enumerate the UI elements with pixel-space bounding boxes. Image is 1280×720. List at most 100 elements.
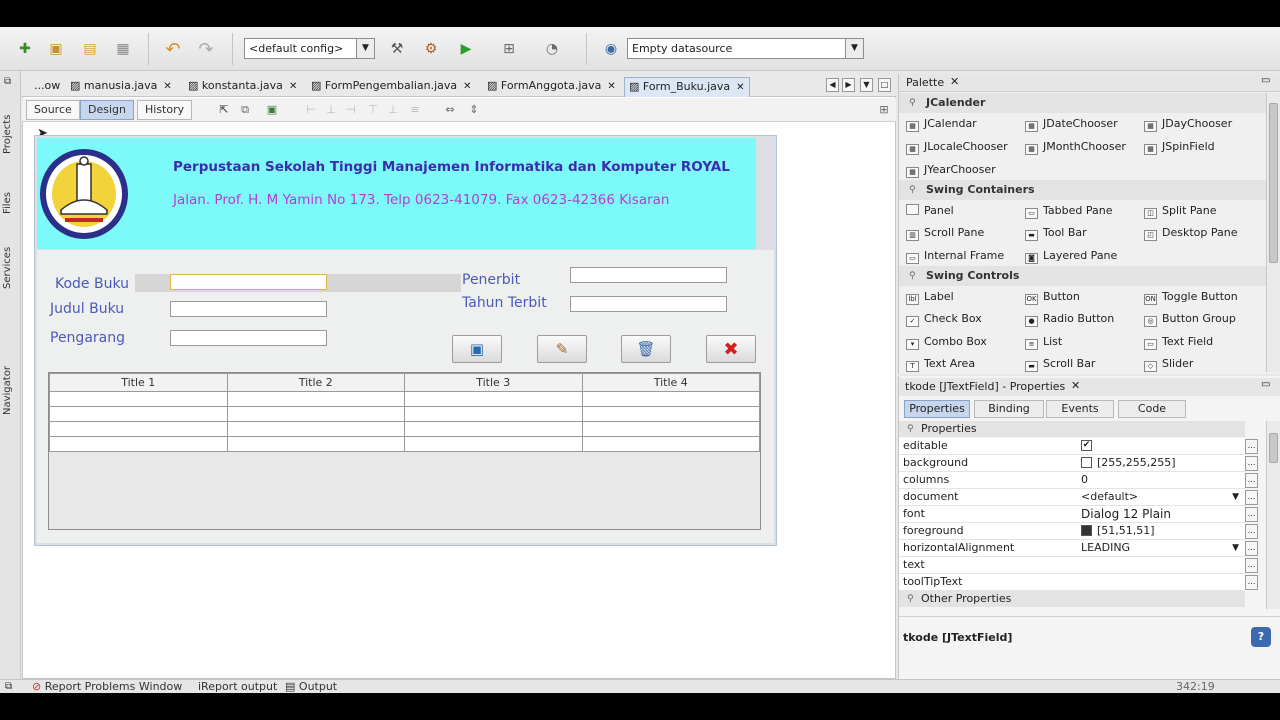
property-row[interactable]: toolTipText: [899, 574, 1245, 591]
run-icon[interactable]: ▶: [455, 38, 477, 60]
resize-vertical-icon[interactable]: ⇕: [467, 103, 481, 117]
property-editor-button[interactable]: …: [1245, 541, 1258, 556]
property-editor-button[interactable]: …: [1245, 473, 1258, 488]
palette-group-swing-controls[interactable]: ⚲ Swing Controls: [899, 266, 1269, 286]
property-editor-button[interactable]: …: [1245, 490, 1258, 505]
grid-icon[interactable]: ⊞: [877, 103, 891, 117]
side-tab-navigator[interactable]: Navigator: [2, 355, 18, 415]
align-right-icon[interactable]: ⊣: [344, 103, 358, 117]
selection-mode-icon[interactable]: ⇱: [217, 103, 231, 117]
palette-item[interactable]: lbl Label: [906, 290, 954, 305]
table-row[interactable]: [49, 436, 760, 452]
align-top-icon[interactable]: ⊤: [366, 103, 380, 117]
align-center-icon[interactable]: ⊥: [324, 103, 338, 117]
edit-button[interactable]: ✎: [537, 335, 587, 363]
palette-item[interactable]: ▦ JMonthChooser: [1025, 140, 1126, 155]
new-file-icon[interactable]: ✚: [14, 38, 36, 60]
palette-item[interactable]: ▭ Text Field: [1144, 335, 1213, 350]
close-project-icon[interactable]: ▦: [112, 38, 134, 60]
palette-item[interactable]: ◎ Button Group: [1144, 312, 1236, 327]
output-tab[interactable]: ▤ Output: [285, 680, 337, 694]
align-left-icon[interactable]: ⊢: [304, 103, 318, 117]
scroll-right-icon[interactable]: ▶: [842, 78, 855, 92]
palette-item[interactable]: ▦ JYearChooser: [906, 163, 996, 178]
table-header[interactable]: Title 4: [581, 373, 760, 392]
palette-item[interactable]: ▬ Tool Bar: [1025, 226, 1087, 241]
preview-design-icon[interactable]: ▣: [265, 103, 279, 117]
palette-scrollbar[interactable]: [1266, 93, 1280, 372]
open-project-icon[interactable]: ▤: [79, 38, 101, 60]
palette-item[interactable]: ▦ JSpinField: [1144, 140, 1215, 155]
chevron-down-icon[interactable]: ▼: [1232, 540, 1239, 556]
editable-checkbox[interactable]: ✔: [1081, 440, 1092, 451]
new-project-icon[interactable]: ▣: [45, 38, 67, 60]
property-editor-button[interactable]: …: [1245, 575, 1258, 590]
scrollbar-thumb[interactable]: [1269, 103, 1278, 263]
delete-button[interactable]: 🗑: [621, 335, 671, 363]
tab-code[interactable]: Code: [1118, 400, 1186, 418]
property-row[interactable]: editable ✔: [899, 438, 1245, 455]
align-baseline-icon[interactable]: ≡: [408, 103, 422, 117]
tab-list-icon[interactable]: ▼: [860, 78, 873, 92]
palette-item[interactable]: ▦ JDayChooser: [1144, 117, 1232, 132]
close-button[interactable]: ✖: [706, 335, 756, 363]
table-header[interactable]: Title 2: [226, 373, 405, 392]
property-editor-button[interactable]: …: [1245, 456, 1258, 471]
table-row[interactable]: [49, 406, 760, 422]
property-row[interactable]: columns 0: [899, 472, 1245, 489]
palette-item[interactable]: ▦ JLocaleChooser: [906, 140, 1008, 155]
palette-item[interactable]: ◇ Slider: [1144, 357, 1193, 372]
help-icon[interactable]: ?: [1251, 627, 1271, 647]
table-header[interactable]: Title 3: [404, 373, 583, 392]
close-icon[interactable]: ✕: [607, 81, 615, 92]
editor-tab[interactable]: ▨ manusia.java ✕: [66, 77, 176, 97]
palette-item[interactable]: ◰ Desktop Pane: [1144, 226, 1237, 241]
palette-item[interactable]: ● Radio Button: [1025, 312, 1114, 327]
table-row[interactable]: [49, 391, 760, 407]
property-editor-button[interactable]: …: [1245, 524, 1258, 539]
property-editor-button[interactable]: …: [1245, 439, 1258, 454]
close-icon[interactable]: ✕: [950, 75, 959, 88]
side-tab-projects[interactable]: Projects: [2, 106, 18, 154]
ireport-output-tab[interactable]: iReport output: [198, 680, 277, 694]
palette-item[interactable]: ▦ JDateChooser: [1025, 117, 1118, 132]
palette-item[interactable]: ▦ JCalendar: [906, 117, 977, 132]
table-header[interactable]: Title 1: [49, 373, 228, 392]
side-tab-services[interactable]: Services: [2, 231, 18, 289]
palette-group-swing-containers[interactable]: ⚲ Swing Containers: [899, 180, 1269, 200]
redo-icon[interactable]: ↷: [195, 38, 217, 60]
kode-buku-field-selected[interactable]: [170, 274, 327, 290]
tab-properties[interactable]: Properties: [904, 400, 970, 418]
editor-tab[interactable]: ▨ FormPengembalian.java ✕: [307, 77, 476, 97]
palette-item[interactable]: Panel: [906, 204, 954, 217]
connection-mode-icon[interactable]: ⧉: [238, 103, 252, 117]
judul-buku-field[interactable]: [170, 301, 327, 317]
design-view-button[interactable]: Design: [80, 100, 134, 120]
close-icon[interactable]: ✕: [163, 81, 171, 92]
datasource-select[interactable]: Empty datasource ▼: [627, 38, 864, 59]
property-editor-button[interactable]: …: [1245, 558, 1258, 573]
properties-section-header[interactable]: ⚲ Properties: [899, 421, 1245, 437]
property-row[interactable]: text: [899, 557, 1245, 574]
palette-item[interactable]: ▾ Combo Box: [906, 335, 987, 350]
chevron-down-icon[interactable]: ▼: [1232, 489, 1239, 505]
close-icon[interactable]: ✕: [289, 81, 297, 92]
editor-tab[interactable]: ▨ FormAnggota.java ✕: [483, 77, 620, 97]
editor-tab-active[interactable]: ▨ Form_Buku.java ✕: [624, 77, 750, 97]
history-view-button[interactable]: History: [137, 100, 193, 120]
palette-item[interactable]: ◫ Split Pane: [1144, 204, 1217, 219]
close-icon[interactable]: ✕: [736, 82, 744, 93]
align-bottom-icon[interactable]: ⊥: [386, 103, 400, 117]
tab-binding[interactable]: Binding: [974, 400, 1044, 418]
property-editor-button[interactable]: …: [1245, 507, 1258, 522]
config-select[interactable]: <default config> ▼: [244, 38, 375, 59]
maximize-icon[interactable]: □: [878, 78, 891, 92]
properties-scrollbar[interactable]: [1266, 421, 1280, 609]
property-row[interactable]: background [255,255,255]: [899, 455, 1245, 472]
clean-build-icon[interactable]: ⚙: [420, 38, 442, 60]
tab-events[interactable]: Events: [1046, 400, 1114, 418]
datasource-icon[interactable]: ◉: [600, 38, 622, 60]
property-row[interactable]: document <default> ▼: [899, 489, 1245, 506]
palette-item[interactable]: T Text Area: [906, 357, 975, 372]
side-tab-files[interactable]: Files: [2, 174, 18, 214]
